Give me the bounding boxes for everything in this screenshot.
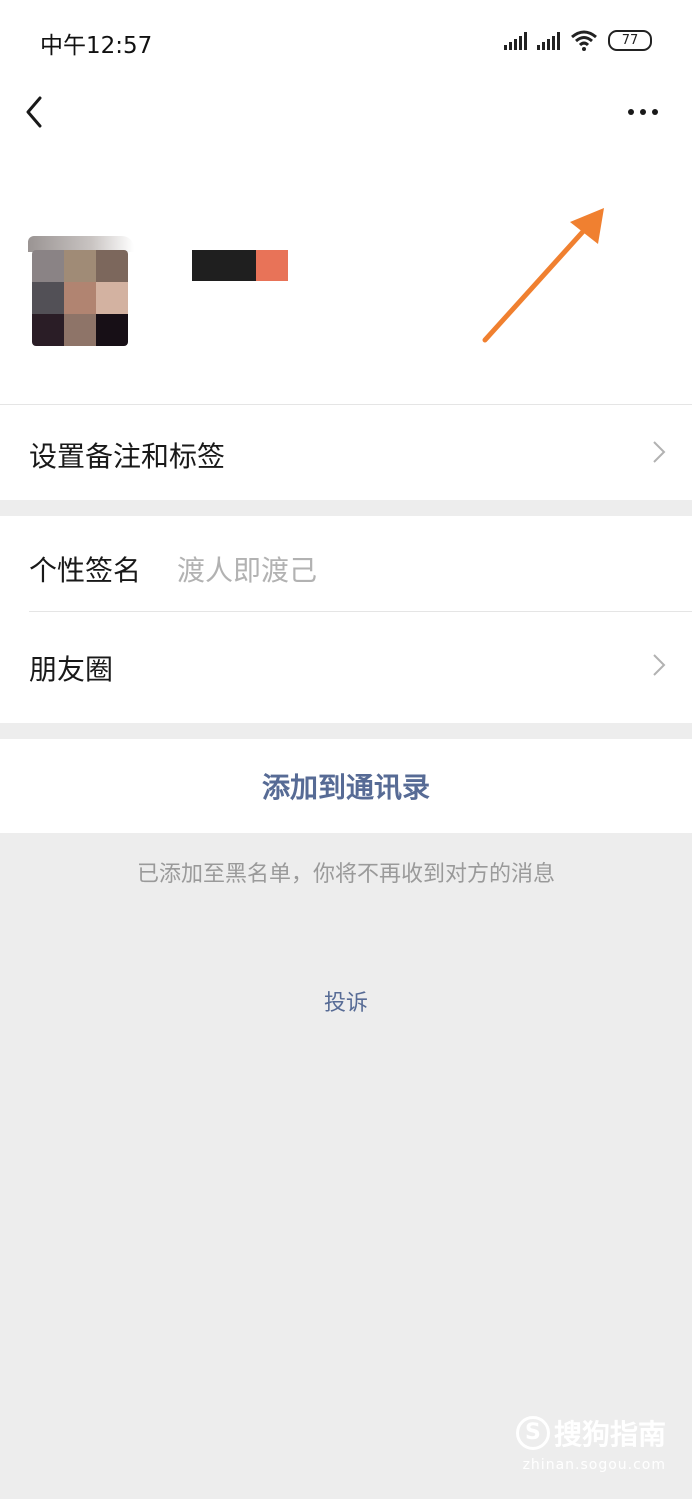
watermark-brand: 搜狗指南 [553,1418,666,1451]
signal-icon [504,30,527,50]
avatar-pixel [96,250,128,282]
redacted-nickname [192,250,288,281]
moments-label: 朋友圈 [29,653,114,686]
avatar-pixel [96,282,128,314]
watermark-domain: zhinan.sogou.com [522,1457,666,1473]
divider [0,404,692,405]
watermark: S 搜狗指南 zhinan.sogou.com [515,1413,666,1473]
signal-icon [537,30,560,50]
redaction-block [192,250,256,281]
avatar-pixel [32,250,64,282]
blacklist-notice: 已添加至黑名单，你将不再收到对方的消息 [136,862,555,887]
redaction-block [256,250,288,281]
avatar-pixel [32,282,64,314]
chevron-right-icon [653,654,666,676]
chevron-left-icon [26,96,42,128]
profile-header: 中午12:57 77 [0,0,692,404]
add-to-contacts-button[interactable]: 添加到通讯录 [0,739,692,833]
avatar-pixel [64,282,96,314]
remark-tags-label: 设置备注和标签 [29,440,226,473]
avatar-pixel [96,314,128,346]
back-button[interactable] [18,88,58,136]
status-time: 中午12:57 [40,33,153,59]
avatar-pixel [32,314,64,346]
avatar-pixel [64,250,96,282]
battery-icon: 77 [608,29,652,51]
signature-label: 个性签名 [29,554,142,587]
moments-row[interactable]: 朋友圈 [0,612,692,723]
complain-link[interactable]: 投诉 [296,985,396,1017]
more-dots-icon [628,109,658,115]
remark-tags-row[interactable]: 设置备注和标签 [0,404,692,500]
wifi-icon [571,30,597,51]
avatar[interactable] [32,250,128,346]
status-bar: 中午12:57 77 [0,0,692,80]
info-group: 个性签名 渡人即渡己 朋友圈 [0,516,692,723]
add-to-contacts-label: 添加到通讯录 [261,771,430,804]
annotation-arrow [482,208,604,343]
chevron-right-icon [653,441,666,463]
signature-value: 渡人即渡己 [177,554,318,587]
avatar-pixel [64,314,96,346]
status-icons: 77 [504,28,652,52]
sogou-logo-icon: S [515,1416,550,1450]
more-button[interactable] [618,92,668,132]
